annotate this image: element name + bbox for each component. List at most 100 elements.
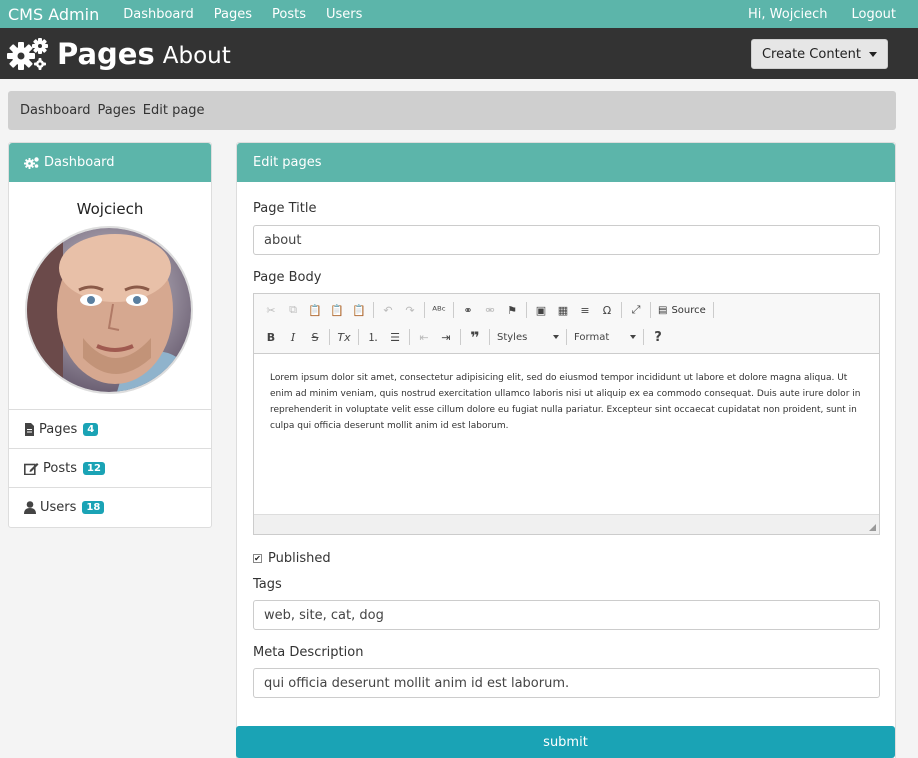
- special-char-icon[interactable]: Ω: [596, 300, 618, 320]
- numbered-list-icon[interactable]: ⒈: [362, 327, 384, 347]
- toolbar-row-2: B I S Tx ⒈ ☰ ⇤ ⇥ ❞ Styles Format ?: [260, 326, 669, 348]
- strikethrough-icon[interactable]: S: [304, 327, 326, 347]
- bulleted-list-icon[interactable]: ☰: [384, 327, 406, 347]
- count-badge: 4: [83, 422, 99, 436]
- page-subtitle: About: [162, 42, 231, 69]
- nav-posts[interactable]: Posts: [272, 7, 306, 22]
- italic-icon[interactable]: I: [282, 327, 304, 347]
- submit-button[interactable]: submit: [236, 726, 895, 758]
- nav-right: Hi, Wojciech Logout: [724, 7, 896, 22]
- checkbox-checked-icon[interactable]: ✔: [253, 554, 262, 563]
- tags-input[interactable]: [253, 600, 880, 630]
- caret-down-icon: [630, 335, 636, 339]
- toolbar-separator: [621, 302, 622, 318]
- create-content-label: Create Content: [761, 46, 861, 62]
- format-dropdown[interactable]: Format: [570, 332, 640, 343]
- create-content-button[interactable]: Create Content: [750, 39, 888, 69]
- paste-icon[interactable]: 📋: [304, 300, 326, 320]
- indent-icon[interactable]: ⇥: [435, 327, 457, 347]
- avatar: [25, 226, 193, 394]
- editor-statusbar: [254, 514, 879, 534]
- brand-link[interactable]: CMS Admin: [8, 5, 99, 24]
- panel-heading: Edit pages: [237, 143, 895, 182]
- file-icon: [25, 422, 34, 436]
- styles-dropdown[interactable]: Styles: [493, 332, 563, 343]
- remove-format-icon[interactable]: Tx: [333, 327, 355, 347]
- sidebar-header[interactable]: Dashboard: [9, 143, 211, 182]
- source-icon: ▤: [658, 304, 668, 316]
- bold-icon[interactable]: B: [260, 327, 282, 347]
- copy-icon[interactable]: ⧉: [282, 300, 304, 320]
- editor-content[interactable]: Lorem ipsum dolor sit amet, consectetur …: [254, 354, 879, 514]
- top-navbar: CMS Admin Dashboard Pages Posts Users Hi…: [0, 0, 918, 28]
- nav-logout[interactable]: Logout: [851, 7, 896, 22]
- rich-text-editor: ✂ ⧉ 📋 📋 📋 ↶ ↷ ᴬᴮᶜ ⚭ ⚮ ⚑ ▣ ▦ ≡ Ω ⤢ ▤ Sour…: [253, 293, 880, 535]
- link-icon[interactable]: ⚭: [457, 300, 479, 320]
- horizontal-line-icon[interactable]: ≡: [574, 300, 596, 320]
- unlink-icon[interactable]: ⚮: [479, 300, 501, 320]
- source-button[interactable]: ▤ Source: [654, 305, 710, 316]
- cut-icon[interactable]: ✂: [260, 300, 282, 320]
- edit-icon: [24, 462, 39, 475]
- nav-greeting[interactable]: Hi, Wojciech: [748, 7, 827, 22]
- published-checkbox-row[interactable]: ✔ Published: [253, 551, 331, 566]
- sidebar-item-label: Users: [40, 500, 77, 515]
- outdent-icon[interactable]: ⇤: [413, 327, 435, 347]
- toolbar-separator: [489, 329, 490, 345]
- gears-icon: [24, 157, 39, 169]
- toolbar-separator: [424, 302, 425, 318]
- user-icon: [24, 501, 36, 514]
- toolbar-separator: [409, 329, 410, 345]
- sidebar-item-users[interactable]: Users 18: [9, 488, 211, 527]
- image-icon[interactable]: ▣: [530, 300, 552, 320]
- maximize-icon[interactable]: ⤢: [625, 300, 647, 320]
- count-badge: 18: [82, 501, 105, 514]
- blockquote-icon[interactable]: ❞: [464, 327, 486, 347]
- toolbar-separator: [643, 329, 644, 345]
- toolbar-separator: [373, 302, 374, 318]
- anchor-flag-icon[interactable]: ⚑: [501, 300, 523, 320]
- toolbar-separator: [712, 302, 714, 318]
- table-icon[interactable]: ▦: [552, 300, 574, 320]
- sidebar-item-pages[interactable]: Pages 4: [9, 410, 211, 449]
- caret-down-icon: [553, 335, 559, 339]
- sidebar-item-posts[interactable]: Posts 12: [9, 449, 211, 488]
- toolbar-separator: [566, 329, 567, 345]
- paste-text-icon[interactable]: 📋: [326, 300, 348, 320]
- breadcrumb-dashboard[interactable]: Dashboard: [20, 103, 91, 118]
- title-label: Page Title: [253, 201, 317, 216]
- tags-label: Tags: [253, 577, 282, 592]
- source-label: Source: [671, 304, 706, 316]
- toolbar-separator: [460, 329, 461, 345]
- toolbar-separator: [526, 302, 527, 318]
- toolbar-row-1: ✂ ⧉ 📋 📋 📋 ↶ ↷ ᴬᴮᶜ ⚭ ⚮ ⚑ ▣ ▦ ≡ Ω ⤢ ▤ Sour…: [260, 299, 717, 321]
- gears-icon: [7, 37, 48, 70]
- nav-users[interactable]: Users: [326, 7, 362, 22]
- profile-name: Wojciech: [76, 200, 144, 218]
- profile-card: Wojciech: [9, 182, 211, 410]
- redo-icon[interactable]: ↷: [399, 300, 421, 320]
- breadcrumb-current: Edit page: [142, 103, 205, 118]
- sidebar-item-label: Pages: [39, 421, 78, 437]
- nav-dashboard[interactable]: Dashboard: [123, 7, 194, 22]
- meta-description-input[interactable]: [253, 668, 880, 698]
- spellcheck-icon[interactable]: ᴬᴮᶜ: [428, 300, 450, 320]
- sidebar-item-label: Posts: [43, 460, 77, 476]
- page-title-input[interactable]: [253, 225, 880, 255]
- caret-down-icon: [869, 51, 877, 57]
- paste-word-icon[interactable]: 📋: [348, 300, 370, 320]
- breadcrumb-pages[interactable]: Pages: [98, 103, 136, 118]
- resize-handle-icon[interactable]: [869, 524, 876, 531]
- format-label: Format: [574, 331, 610, 343]
- toolbar-separator: [453, 302, 454, 318]
- sidebar-heading: Dashboard: [44, 155, 115, 170]
- body-label: Page Body: [253, 270, 322, 285]
- page-header: Pages About Create Content: [0, 28, 918, 79]
- styles-label: Styles: [497, 331, 528, 343]
- help-icon[interactable]: ?: [647, 327, 669, 347]
- toolbar-separator: [650, 302, 651, 318]
- toolbar-separator: [358, 329, 359, 345]
- undo-icon[interactable]: ↶: [377, 300, 399, 320]
- nav-pages[interactable]: Pages: [214, 7, 252, 22]
- editor-toolbar: ✂ ⧉ 📋 📋 📋 ↶ ↷ ᴬᴮᶜ ⚭ ⚮ ⚑ ▣ ▦ ≡ Ω ⤢ ▤ Sour…: [254, 294, 879, 354]
